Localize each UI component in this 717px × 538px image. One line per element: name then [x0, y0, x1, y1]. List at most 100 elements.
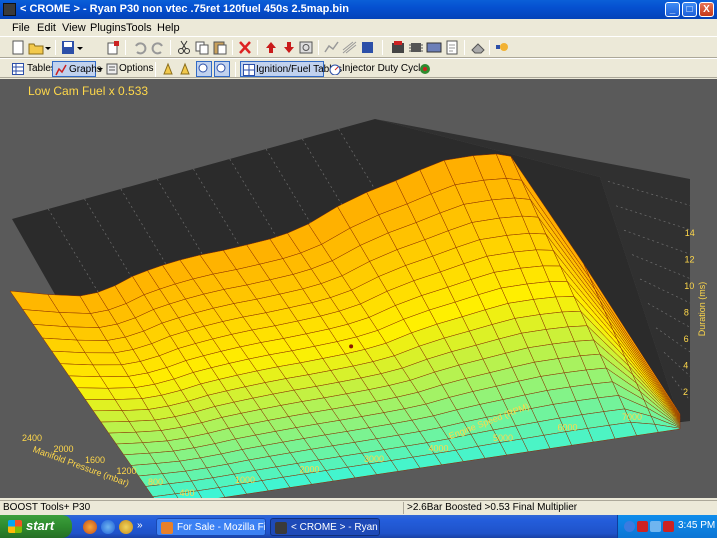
- menu-file[interactable]: File: [12, 22, 30, 34]
- maximize-button[interactable]: □: [682, 2, 697, 17]
- start-label: start: [26, 518, 55, 533]
- gauge-icon: [329, 64, 341, 75]
- x-tick-label: 3000: [364, 454, 384, 464]
- security-alert-icon[interactable]: [637, 521, 648, 532]
- menu-view[interactable]: View: [62, 22, 86, 34]
- menu-bar: File Edit View Plugins Tools Help: [0, 19, 717, 36]
- taskbar-item-crome[interactable]: < CROME > - Ryan P...: [270, 518, 380, 536]
- interpolate-icon[interactable]: [342, 40, 358, 55]
- x-tick-label: 1000: [235, 475, 255, 485]
- injector-duty-cycle-button[interactable]: Injector Duty Cycle: [327, 61, 426, 77]
- taskbar-item-label: For Sale - Mozilla Fire...: [177, 522, 266, 533]
- plugin-icon[interactable]: [494, 40, 510, 55]
- tray-warning-icon[interactable]: [663, 521, 674, 532]
- options-button[interactable]: Options: [105, 61, 153, 77]
- menu-plugins[interactable]: Plugins: [90, 22, 126, 34]
- z-axis-label: Duration (ms): [697, 282, 707, 337]
- volume-icon[interactable]: [650, 521, 661, 532]
- fill-icon[interactable]: [360, 40, 376, 55]
- menu-edit[interactable]: Edit: [37, 22, 56, 34]
- close-button[interactable]: X: [699, 2, 714, 17]
- network-icon[interactable]: [624, 521, 635, 532]
- toolbar-separator: [464, 40, 465, 55]
- set-value-icon[interactable]: [298, 40, 314, 55]
- table-icon: [12, 63, 24, 75]
- crome-window: < CROME > - Ryan P30 non vtec .75ret 120…: [0, 0, 717, 538]
- start-button[interactable]: start: [0, 515, 72, 538]
- zoom-in-icon[interactable]: [196, 61, 212, 77]
- taskbar-item-firefox[interactable]: For Sale - Mozilla Fire...: [156, 518, 266, 536]
- plugin-bug-icon[interactable]: [418, 61, 432, 77]
- x-tick-label: 2000: [300, 465, 320, 475]
- emulator-icon[interactable]: [426, 40, 442, 55]
- x-tick-label: 7000: [622, 412, 642, 422]
- status-bar: BOOST Tools+ P30 >2.6Bar Boosted >0.53 F…: [0, 500, 717, 515]
- ie-icon[interactable]: [101, 520, 115, 534]
- upload-icon[interactable]: [105, 40, 121, 55]
- graphs-dropdown-icon[interactable]: [97, 61, 103, 77]
- document-icon[interactable]: [444, 40, 460, 55]
- fuel-surface-graph[interactable]: 2 4 6 8 10 12 14 Duration (ms) 1000 2000 3000 4000 5…: [0, 79, 717, 508]
- increase-icon[interactable]: [263, 40, 279, 55]
- z-tick-label: 12: [685, 255, 695, 265]
- minimize-button[interactable]: _: [665, 2, 680, 17]
- undo-icon[interactable]: [132, 40, 148, 55]
- lift-cursor-icon[interactable]: [162, 61, 176, 77]
- status-divider: [403, 502, 404, 514]
- toolbar-separator: [170, 40, 171, 55]
- crome-task-icon: [275, 522, 287, 534]
- quicklaunch-icon[interactable]: [119, 520, 133, 534]
- toolbar-separator: [155, 62, 156, 77]
- z-tick-label: 4: [683, 361, 688, 371]
- lift-cursor-alt-icon[interactable]: [179, 61, 193, 77]
- ignition-fuel-tables-button[interactable]: Ignition/Fuel Tables: [240, 61, 342, 77]
- view-toolbar: Tables Graphs Options Ignition/Fuel Tabl…: [0, 58, 717, 78]
- toolbar-separator: [318, 40, 319, 55]
- toolbar-separator: [489, 40, 490, 55]
- surface-cell: [9, 290, 60, 313]
- toolbar-separator: [125, 40, 126, 55]
- taskbar-item-label: < CROME > - Ryan P...: [291, 522, 379, 533]
- status-left: BOOST Tools+ P30: [3, 502, 91, 513]
- save-icon[interactable]: [60, 40, 76, 55]
- smooth-icon[interactable]: [324, 40, 340, 55]
- copy-icon[interactable]: [194, 40, 210, 55]
- quicklaunch-more-icon[interactable]: »: [137, 520, 145, 534]
- toolbar-separator: [382, 40, 383, 55]
- open-folder-icon[interactable]: [28, 40, 44, 55]
- x-tick-label: 6000: [558, 423, 578, 433]
- zoom-out-icon[interactable]: [214, 61, 230, 77]
- datalog-icon[interactable]: [390, 40, 406, 55]
- cut-icon[interactable]: [176, 40, 192, 55]
- z-tick-label: 2: [683, 387, 688, 397]
- injector-duty-cycle-label: Injector Duty Cycle: [342, 63, 426, 74]
- graph-title: Low Cam Fuel x 0.533: [28, 84, 149, 98]
- graph-panel[interactable]: 2 4 6 8 10 12 14 Duration (ms) 1000 2000 3000 4000 5…: [0, 79, 717, 508]
- graph-icon: [55, 64, 67, 76]
- x-tick-label: 4000: [429, 444, 449, 454]
- menu-help[interactable]: Help: [157, 22, 180, 34]
- firefox-icon[interactable]: [83, 520, 97, 534]
- graphs-button[interactable]: Graphs: [52, 61, 102, 77]
- firefox-task-icon: [161, 522, 173, 534]
- eraser-icon[interactable]: [470, 40, 486, 55]
- z-tick-label: 6: [684, 334, 689, 344]
- open-dropdown-icon[interactable]: [44, 40, 60, 55]
- paste-icon[interactable]: [212, 40, 228, 55]
- z-tick-label: 14: [685, 228, 695, 238]
- menu-tools[interactable]: Tools: [126, 22, 152, 34]
- new-file-icon[interactable]: [10, 40, 26, 55]
- toolbar-separator: [257, 40, 258, 55]
- app-icon: [3, 3, 16, 16]
- chip-icon[interactable]: [408, 40, 424, 55]
- y-tick-label: 400: [180, 488, 195, 498]
- save-dropdown-icon[interactable]: [76, 40, 92, 55]
- tables-button[interactable]: Tables: [10, 61, 56, 77]
- surface-cursor: [349, 344, 354, 349]
- decrease-icon[interactable]: [281, 40, 297, 55]
- taskbar: start » For Sale - Mozilla Fire... < CRO…: [0, 515, 717, 538]
- redo-icon[interactable]: [150, 40, 166, 55]
- title-bar: < CROME > - Ryan P30 non vtec .75ret 120…: [0, 0, 717, 19]
- delete-icon[interactable]: [237, 40, 253, 55]
- y-tick-label: 2400: [22, 433, 42, 443]
